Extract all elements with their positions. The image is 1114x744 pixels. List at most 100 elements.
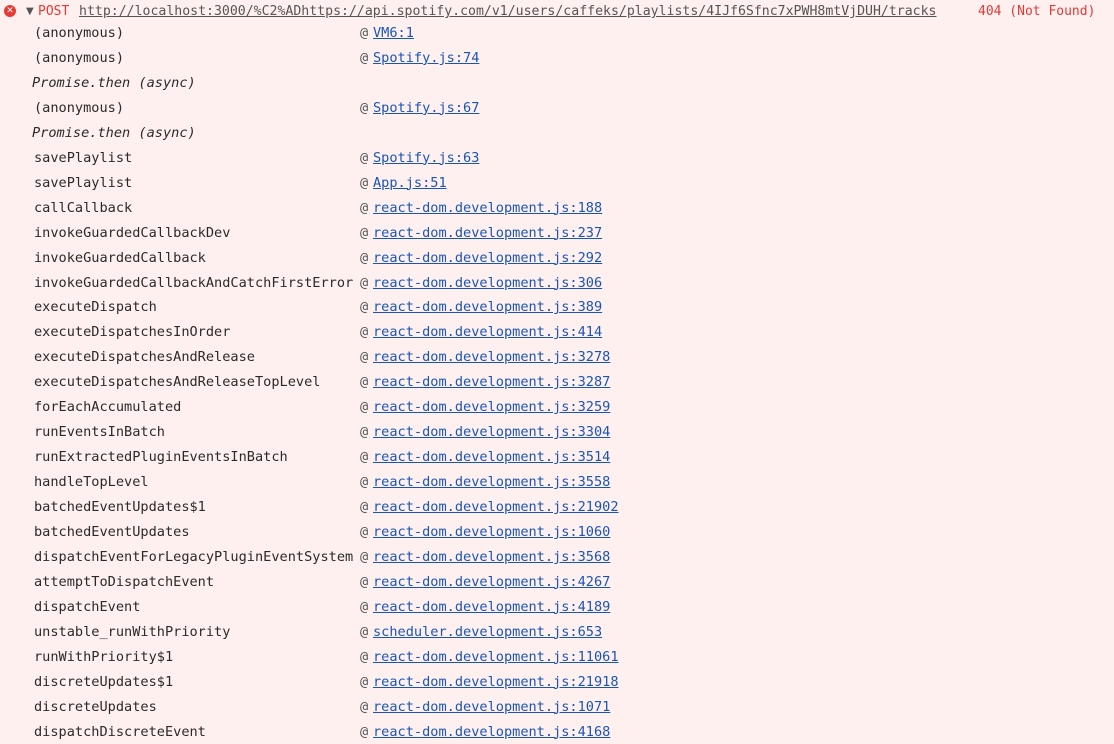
stack-frame-row: invokeGuardedCallbackDev @ react-dom.devel…	[0, 221, 1114, 245]
error-header[interactable]: ✕ ▼ POST http://localhost:3000/%C2%ADhtt…	[0, 2, 1114, 22]
at-symbol: @	[360, 324, 369, 341]
at-symbol: @	[360, 424, 369, 441]
stack-frame-row: unstable_runWithPriority @ scheduler.devel…	[0, 620, 1114, 644]
source-location-link[interactable]: react-dom.development.js:292	[373, 246, 602, 270]
source-location-link[interactable]: react-dom.development.js:3514	[373, 445, 610, 469]
source-location-link[interactable]: react-dom.development.js:3278	[373, 345, 610, 369]
source-location-link[interactable]: react-dom.development.js:21918	[373, 670, 619, 694]
stack-frame-row: forEachAccumulated @ react-dom.development…	[0, 395, 1114, 419]
stack-frame-row: attemptToDispatchEvent @ react-dom.develop…	[0, 570, 1114, 594]
at-symbol: @	[360, 274, 369, 291]
stack-frame-row: dispatchEvent @ react-dom.development.js:4…	[0, 595, 1114, 619]
source-location-link[interactable]: react-dom.development.js:306	[373, 271, 602, 295]
console-error-message: ✕ ▼ POST http://localhost:3000/%C2%ADhtt…	[0, 0, 1114, 740]
at-symbol: @	[360, 573, 369, 590]
source-location-link[interactable]: react-dom.development.js:414	[373, 320, 602, 344]
function-name: savePlaylist	[34, 174, 133, 191]
stack-frame-row: invokeGuardedCallbackAndCatchFirstError @…	[0, 271, 1114, 295]
at-symbol: @	[360, 99, 369, 116]
at-symbol: @	[360, 174, 369, 191]
at-symbol: @	[360, 25, 369, 41]
request-method: POST	[38, 4, 70, 19]
source-location-link[interactable]: Spotify.js:63	[373, 146, 479, 170]
at-symbol: @	[360, 499, 369, 516]
source-location-link[interactable]: react-dom.development.js:237	[373, 221, 602, 245]
source-location-link[interactable]: react-dom.development.js:3558	[373, 470, 610, 494]
function-name: handleTopLevel	[34, 474, 149, 491]
request-url-link[interactable]: http://localhost:3000/%C2%ADhttps://api.…	[79, 2, 936, 22]
source-location-link[interactable]: react-dom.development.js:3259	[373, 395, 610, 419]
function-name: invokeGuardedCallbackAndCatchFirstError	[34, 274, 354, 291]
at-symbol: @	[360, 199, 369, 216]
at-symbol: @	[360, 299, 369, 316]
caret-down-icon[interactable]: ▼	[26, 3, 34, 21]
at-symbol: @	[360, 149, 369, 166]
source-location-link[interactable]: scheduler.development.js:653	[373, 620, 602, 644]
source-location-link[interactable]: react-dom.development.js:3287	[373, 370, 610, 394]
at-symbol: @	[360, 524, 369, 540]
function-name: discreteUpdates	[34, 698, 157, 715]
at-symbol: @	[360, 698, 369, 715]
function-name: batchedEventUpdates	[34, 524, 190, 540]
at-symbol: @	[360, 623, 369, 640]
stack-frame-row: batchedEventUpdates$1 @ react-dom.developm…	[0, 495, 1114, 519]
source-location-link[interactable]: react-dom.development.js:188	[373, 196, 602, 220]
source-location-link[interactable]: react-dom.development.js:1060	[373, 520, 610, 544]
source-location-link[interactable]: react-dom.development.js:4189	[373, 595, 610, 619]
stack-frame-row: savePlaylist @ Spotify.js:63	[0, 146, 1114, 170]
source-location-link[interactable]: VM6:1	[373, 21, 414, 45]
stack-frame-row: runExtractedPluginEventsInBatch @ react-do…	[0, 445, 1114, 469]
at-symbol: @	[360, 598, 369, 615]
stack-frame-row: savePlaylist @ App.js:51	[0, 171, 1114, 195]
function-name: executeDispatchesAndReleaseTopLevel	[34, 374, 321, 391]
source-location-link[interactable]: react-dom.development.js:3304	[373, 420, 610, 444]
function-name: runExtractedPluginEventsInBatch	[34, 449, 288, 466]
source-location-link[interactable]: react-dom.development.js:4267	[373, 570, 610, 594]
at-symbol: @	[360, 49, 369, 66]
source-location-link[interactable]: react-dom.development.js:389	[373, 295, 602, 319]
stack-frame-row: Promise.then (async)	[0, 121, 1114, 145]
function-name: dispatchEventForLegacyPluginEventSystem	[34, 548, 354, 565]
function-name: callCallback	[34, 199, 133, 216]
stack-frame-row: executeDispatch @ react-dom.development.js…	[0, 295, 1114, 319]
function-name: dispatchEvent	[34, 598, 141, 615]
function-name: (anonymous)	[34, 25, 125, 41]
stack-frame-row: executeDispatchesAndRelease @ react-dom.de…	[0, 345, 1114, 369]
async-boundary-label: Promise.then (async)	[32, 124, 196, 141]
source-location-link[interactable]: react-dom.development.js:3568	[373, 545, 610, 569]
stack-frame-row: dispatchEventForLegacyPluginEventSystem @…	[0, 545, 1114, 569]
source-location-link[interactable]: react-dom.development.js:1071	[373, 695, 610, 719]
function-name: invokeGuardedCallbackDev	[34, 224, 231, 241]
function-name: savePlaylist	[34, 149, 133, 166]
stack-frame-row: discreteUpdates$1 @ react-dom.development.…	[0, 670, 1114, 694]
at-symbol: @	[360, 474, 369, 491]
source-location-link[interactable]: Spotify.js:67	[373, 96, 479, 120]
stack-frame-row: (anonymous) @ Spotify.js:67	[0, 96, 1114, 120]
function-name: forEachAccumulated	[34, 399, 182, 416]
function-name: executeDispatchesAndRelease	[34, 349, 255, 366]
function-name: invokeGuardedCallback	[34, 249, 206, 266]
stack-frame-row: discreteUpdates @ react-dom.development.js…	[0, 695, 1114, 719]
async-boundary-label: Promise.then (async)	[32, 74, 196, 91]
source-location-link[interactable]: Spotify.js:74	[373, 46, 479, 70]
function-name: runWithPriority$1	[34, 648, 174, 665]
function-name: runEventsInBatch	[34, 424, 165, 441]
at-symbol: @	[360, 449, 369, 466]
stack-frame-row: (anonymous) @ Spotify.js:74	[0, 46, 1114, 70]
stack-frame-row: handleTopLevel @ react-dom.development.js:…	[0, 470, 1114, 494]
stack-frame-row: Promise.then (async)	[0, 71, 1114, 95]
stack-frame-row: callCallback @ react-dom.development.js:18…	[0, 196, 1114, 220]
function-name: (anonymous)	[34, 49, 125, 66]
stack-frame-row: (anonymous) @ VM6:1	[0, 21, 1114, 45]
function-name: unstable_runWithPriority	[34, 623, 231, 640]
source-location-link[interactable]: react-dom.development.js:21902	[373, 495, 619, 519]
stack-frame-row: executeDispatchesInOrder @ react-dom.devel…	[0, 320, 1114, 344]
stack-frame-row: executeDispatchesAndReleaseTopLevel @ reac…	[0, 370, 1114, 394]
at-symbol: @	[360, 349, 369, 366]
source-location-link[interactable]: react-dom.development.js:11061	[373, 645, 619, 669]
function-name: attemptToDispatchEvent	[34, 573, 215, 590]
at-symbol: @	[360, 673, 369, 690]
at-symbol: @	[360, 548, 369, 565]
function-name: executeDispatchesInOrder	[34, 324, 231, 341]
source-location-link[interactable]: App.js:51	[373, 171, 447, 195]
